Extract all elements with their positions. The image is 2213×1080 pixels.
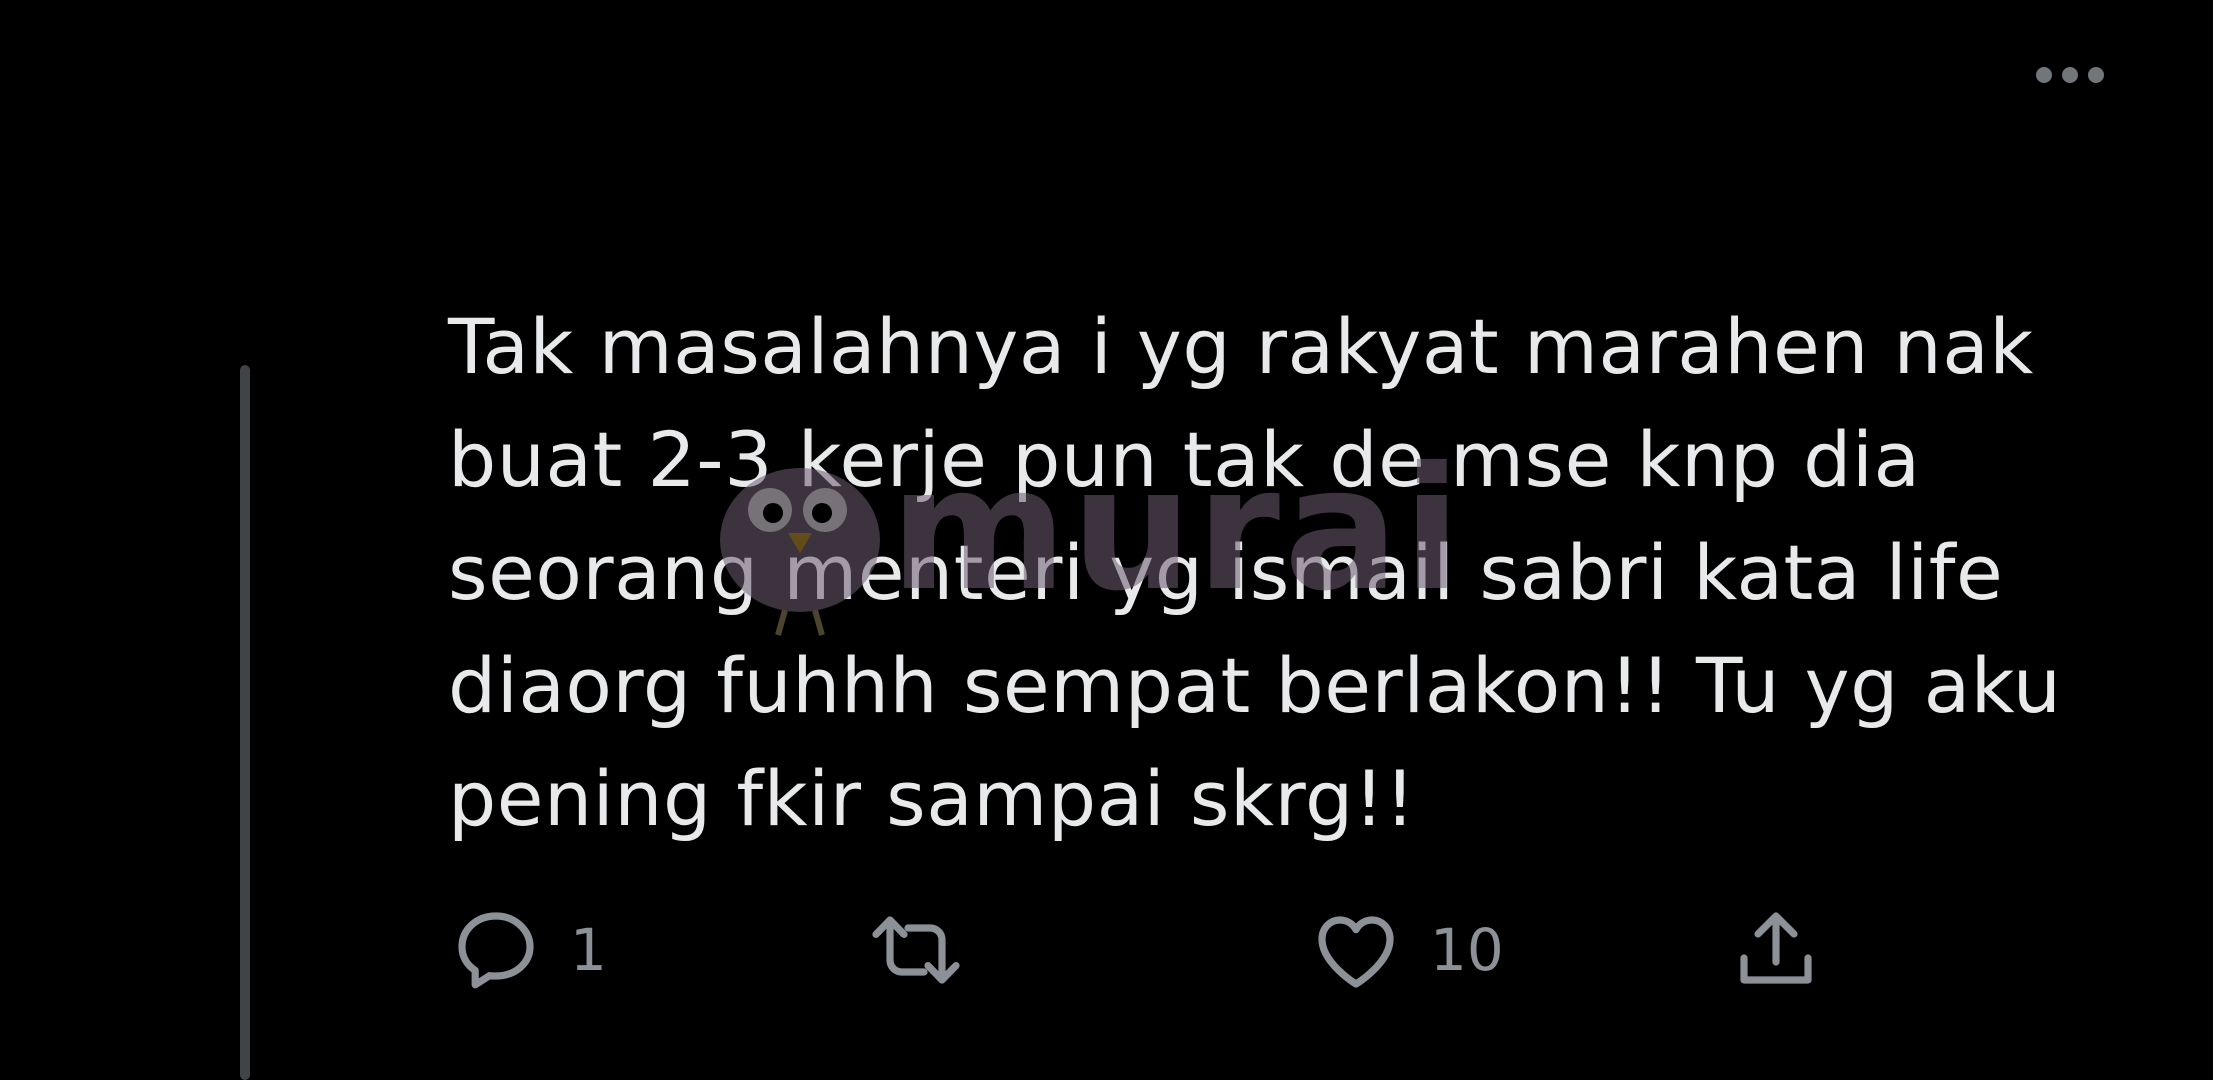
reply-button[interactable]: 1 (448, 895, 607, 1005)
tweet-text-line: buat 2-3 kerje pun tak de mse knp dia (448, 415, 1921, 504)
tweet-text-line: pening fkir sampai skrg!! (448, 754, 1416, 843)
share-button[interactable] (1728, 895, 1824, 1005)
reply-count: 1 (570, 916, 607, 984)
more-options-button[interactable] (2020, 55, 2120, 95)
tweet-actions: 1 10 (448, 895, 1848, 1005)
share-icon (1740, 912, 1812, 984)
retweet-button[interactable] (868, 895, 964, 1005)
like-button[interactable]: 10 (1308, 895, 1504, 1005)
retweet-icon (872, 916, 960, 984)
tweet-text: Tak masalahnya i yg rakyat marahen nak b… (448, 290, 2128, 855)
more-horizontal-icon (2036, 67, 2052, 83)
tweet-text-line: Tak masalahnya i yg rakyat marahen nak (448, 302, 2034, 391)
reply-icon (458, 912, 534, 989)
more-horizontal-icon (2088, 67, 2104, 83)
heart-icon (1318, 916, 1394, 988)
like-count: 10 (1430, 916, 1504, 984)
tweet: Tak masalahnya i yg rakyat marahen nak b… (0, 0, 2213, 1080)
tweet-text-line: diaorg fuhhh sempat berlakon!! Tu yg aku (448, 641, 2062, 730)
more-horizontal-icon (2062, 67, 2078, 83)
tweet-text-line: seorang menteri yg ismail sabri kata lif… (448, 528, 2004, 617)
thread-line (240, 365, 250, 1080)
